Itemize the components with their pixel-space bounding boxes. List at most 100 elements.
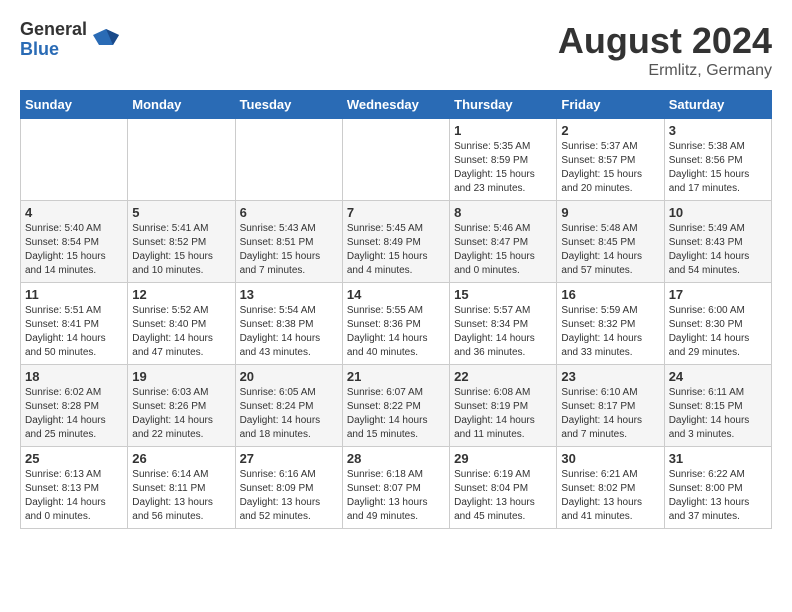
- day-info: Sunrise: 5:37 AM Sunset: 8:57 PM Dayligh…: [561, 140, 659, 196]
- day-number: 19: [132, 369, 230, 384]
- day-number: 28: [347, 451, 445, 466]
- day-number: 29: [454, 451, 552, 466]
- calendar-week-row: 1 Sunrise: 5:35 AM Sunset: 8:59 PM Daylig…: [21, 119, 772, 201]
- day-info: Sunrise: 6:19 AM Sunset: 8:04 PM Dayligh…: [454, 468, 552, 524]
- day-info: Sunrise: 6:11 AM Sunset: 8:15 PM Dayligh…: [669, 386, 767, 442]
- day-number: 27: [240, 451, 338, 466]
- day-info: Sunrise: 5:46 AM Sunset: 8:47 PM Dayligh…: [454, 222, 552, 278]
- calendar-cell: 9Sunrise: 5:48 AM Sunset: 8:45 PM Daylig…: [557, 201, 664, 283]
- calendar-cell: 16Sunrise: 5:59 AM Sunset: 8:32 PM Dayli…: [557, 283, 664, 365]
- day-info: Sunrise: 6:03 AM Sunset: 8:26 PM Dayligh…: [132, 386, 230, 442]
- day-info: Sunrise: 6:14 AM Sunset: 8:11 PM Dayligh…: [132, 468, 230, 524]
- calendar-cell: [21, 119, 128, 201]
- logo-general-text: General: [20, 20, 87, 40]
- column-header-friday: Friday: [557, 91, 664, 119]
- calendar-cell: 10 Sunrise: 5:49 AM Sunset: 8:43 PM Dayli…: [664, 201, 771, 283]
- day-number: 20: [240, 369, 338, 384]
- day-info: Sunrise: 6:18 AM Sunset: 8:07 PM Dayligh…: [347, 468, 445, 524]
- calendar-table: SundayMondayTuesdayWednesdayThursdayFrid…: [20, 90, 772, 529]
- day-number: 4: [25, 205, 123, 220]
- calendar-cell: 30 Sunrise: 6:21 AM Sunset: 8:02 PM Dayli…: [557, 447, 664, 529]
- calendar-week-row: 25 Sunrise: 6:13 AM Sunset: 8:13 PM Dayli…: [21, 447, 772, 529]
- calendar-cell: 31 Sunrise: 6:22 AM Sunset: 8:00 PM Dayli…: [664, 447, 771, 529]
- calendar-cell: 17 Sunrise: 6:00 AM Sunset: 8:30 PM Dayli…: [664, 283, 771, 365]
- column-header-wednesday: Wednesday: [342, 91, 449, 119]
- calendar-cell: 11 Sunrise: 5:51 AM Sunset: 8:41 PM Dayli…: [21, 283, 128, 365]
- day-number: 18: [25, 369, 123, 384]
- day-number: 14: [347, 287, 445, 302]
- month-year: August 2024: [558, 20, 772, 62]
- day-info: Sunrise: 6:16 AM Sunset: 8:09 PM Dayligh…: [240, 468, 338, 524]
- day-number: 21: [347, 369, 445, 384]
- logo: General Blue: [20, 20, 121, 60]
- calendar-week-row: 11 Sunrise: 5:51 AM Sunset: 8:41 PM Dayli…: [21, 283, 772, 365]
- day-number: 2: [561, 123, 659, 138]
- calendar-cell: 5Sunrise: 5:41 AM Sunset: 8:52 PM Daylig…: [128, 201, 235, 283]
- day-info: Sunrise: 5:52 AM Sunset: 8:40 PM Dayligh…: [132, 304, 230, 360]
- day-number: 23: [561, 369, 659, 384]
- day-number: 24: [669, 369, 767, 384]
- calendar-week-row: 18 Sunrise: 6:02 AM Sunset: 8:28 PM Dayli…: [21, 365, 772, 447]
- column-header-saturday: Saturday: [664, 91, 771, 119]
- day-info: Sunrise: 5:38 AM Sunset: 8:56 PM Dayligh…: [669, 140, 767, 196]
- calendar-cell: 7 Sunrise: 5:45 AM Sunset: 8:49 PM Daylig…: [342, 201, 449, 283]
- calendar-cell: 14Sunrise: 5:55 AM Sunset: 8:36 PM Dayli…: [342, 283, 449, 365]
- calendar-cell: [128, 119, 235, 201]
- day-info: Sunrise: 5:40 AM Sunset: 8:54 PM Dayligh…: [25, 222, 123, 278]
- day-info: Sunrise: 6:21 AM Sunset: 8:02 PM Dayligh…: [561, 468, 659, 524]
- day-number: 5: [132, 205, 230, 220]
- day-number: 7: [347, 205, 445, 220]
- location: Ermlitz, Germany: [558, 62, 772, 80]
- day-info: Sunrise: 5:35 AM Sunset: 8:59 PM Dayligh…: [454, 140, 552, 196]
- day-number: 10: [669, 205, 767, 220]
- calendar-cell: 21 Sunrise: 6:07 AM Sunset: 8:22 PM Dayli…: [342, 365, 449, 447]
- calendar-cell: 18 Sunrise: 6:02 AM Sunset: 8:28 PM Dayli…: [21, 365, 128, 447]
- day-info: Sunrise: 5:51 AM Sunset: 8:41 PM Dayligh…: [25, 304, 123, 360]
- day-number: 30: [561, 451, 659, 466]
- day-info: Sunrise: 5:43 AM Sunset: 8:51 PM Dayligh…: [240, 222, 338, 278]
- day-number: 22: [454, 369, 552, 384]
- calendar-cell: 26 Sunrise: 6:14 AM Sunset: 8:11 PM Dayli…: [128, 447, 235, 529]
- day-info: Sunrise: 5:49 AM Sunset: 8:43 PM Dayligh…: [669, 222, 767, 278]
- calendar-cell: 25 Sunrise: 6:13 AM Sunset: 8:13 PM Dayli…: [21, 447, 128, 529]
- day-info: Sunrise: 6:07 AM Sunset: 8:22 PM Dayligh…: [347, 386, 445, 442]
- day-info: Sunrise: 5:57 AM Sunset: 8:34 PM Dayligh…: [454, 304, 552, 360]
- day-number: 31: [669, 451, 767, 466]
- logo-blue-text: Blue: [20, 40, 87, 60]
- day-number: 17: [669, 287, 767, 302]
- calendar-cell: 8Sunrise: 5:46 AM Sunset: 8:47 PM Daylig…: [450, 201, 557, 283]
- day-number: 11: [25, 287, 123, 302]
- column-header-tuesday: Tuesday: [235, 91, 342, 119]
- day-number: 3: [669, 123, 767, 138]
- logo-icon: [91, 25, 121, 55]
- calendar-cell: 29 Sunrise: 6:19 AM Sunset: 8:04 PM Dayli…: [450, 447, 557, 529]
- calendar-cell: 28 Sunrise: 6:18 AM Sunset: 8:07 PM Dayli…: [342, 447, 449, 529]
- day-info: Sunrise: 6:02 AM Sunset: 8:28 PM Dayligh…: [25, 386, 123, 442]
- column-header-monday: Monday: [128, 91, 235, 119]
- calendar-cell: 6Sunrise: 5:43 AM Sunset: 8:51 PM Daylig…: [235, 201, 342, 283]
- calendar-cell: 2 Sunrise: 5:37 AM Sunset: 8:57 PM Daylig…: [557, 119, 664, 201]
- calendar-cell: 3 Sunrise: 5:38 AM Sunset: 8:56 PM Daylig…: [664, 119, 771, 201]
- day-number: 1: [454, 123, 552, 138]
- day-info: Sunrise: 6:05 AM Sunset: 8:24 PM Dayligh…: [240, 386, 338, 442]
- calendar-cell: 20 Sunrise: 6:05 AM Sunset: 8:24 PM Dayli…: [235, 365, 342, 447]
- calendar-cell: 24 Sunrise: 6:11 AM Sunset: 8:15 PM Dayli…: [664, 365, 771, 447]
- day-info: Sunrise: 5:54 AM Sunset: 8:38 PM Dayligh…: [240, 304, 338, 360]
- day-number: 26: [132, 451, 230, 466]
- day-info: Sunrise: 5:48 AM Sunset: 8:45 PM Dayligh…: [561, 222, 659, 278]
- day-number: 12: [132, 287, 230, 302]
- column-header-thursday: Thursday: [450, 91, 557, 119]
- calendar-cell: 19 Sunrise: 6:03 AM Sunset: 8:26 PM Dayli…: [128, 365, 235, 447]
- day-number: 16: [561, 287, 659, 302]
- calendar-header-row: SundayMondayTuesdayWednesdayThursdayFrid…: [21, 91, 772, 119]
- calendar-cell: [235, 119, 342, 201]
- day-info: Sunrise: 5:45 AM Sunset: 8:49 PM Dayligh…: [347, 222, 445, 278]
- title-section: August 2024 Ermlitz, Germany: [558, 20, 772, 80]
- calendar-cell: 22Sunrise: 6:08 AM Sunset: 8:19 PM Dayli…: [450, 365, 557, 447]
- calendar-cell: 13Sunrise: 5:54 AM Sunset: 8:38 PM Dayli…: [235, 283, 342, 365]
- day-info: Sunrise: 6:13 AM Sunset: 8:13 PM Dayligh…: [25, 468, 123, 524]
- day-number: 15: [454, 287, 552, 302]
- day-number: 25: [25, 451, 123, 466]
- day-info: Sunrise: 6:22 AM Sunset: 8:00 PM Dayligh…: [669, 468, 767, 524]
- day-info: Sunrise: 6:00 AM Sunset: 8:30 PM Dayligh…: [669, 304, 767, 360]
